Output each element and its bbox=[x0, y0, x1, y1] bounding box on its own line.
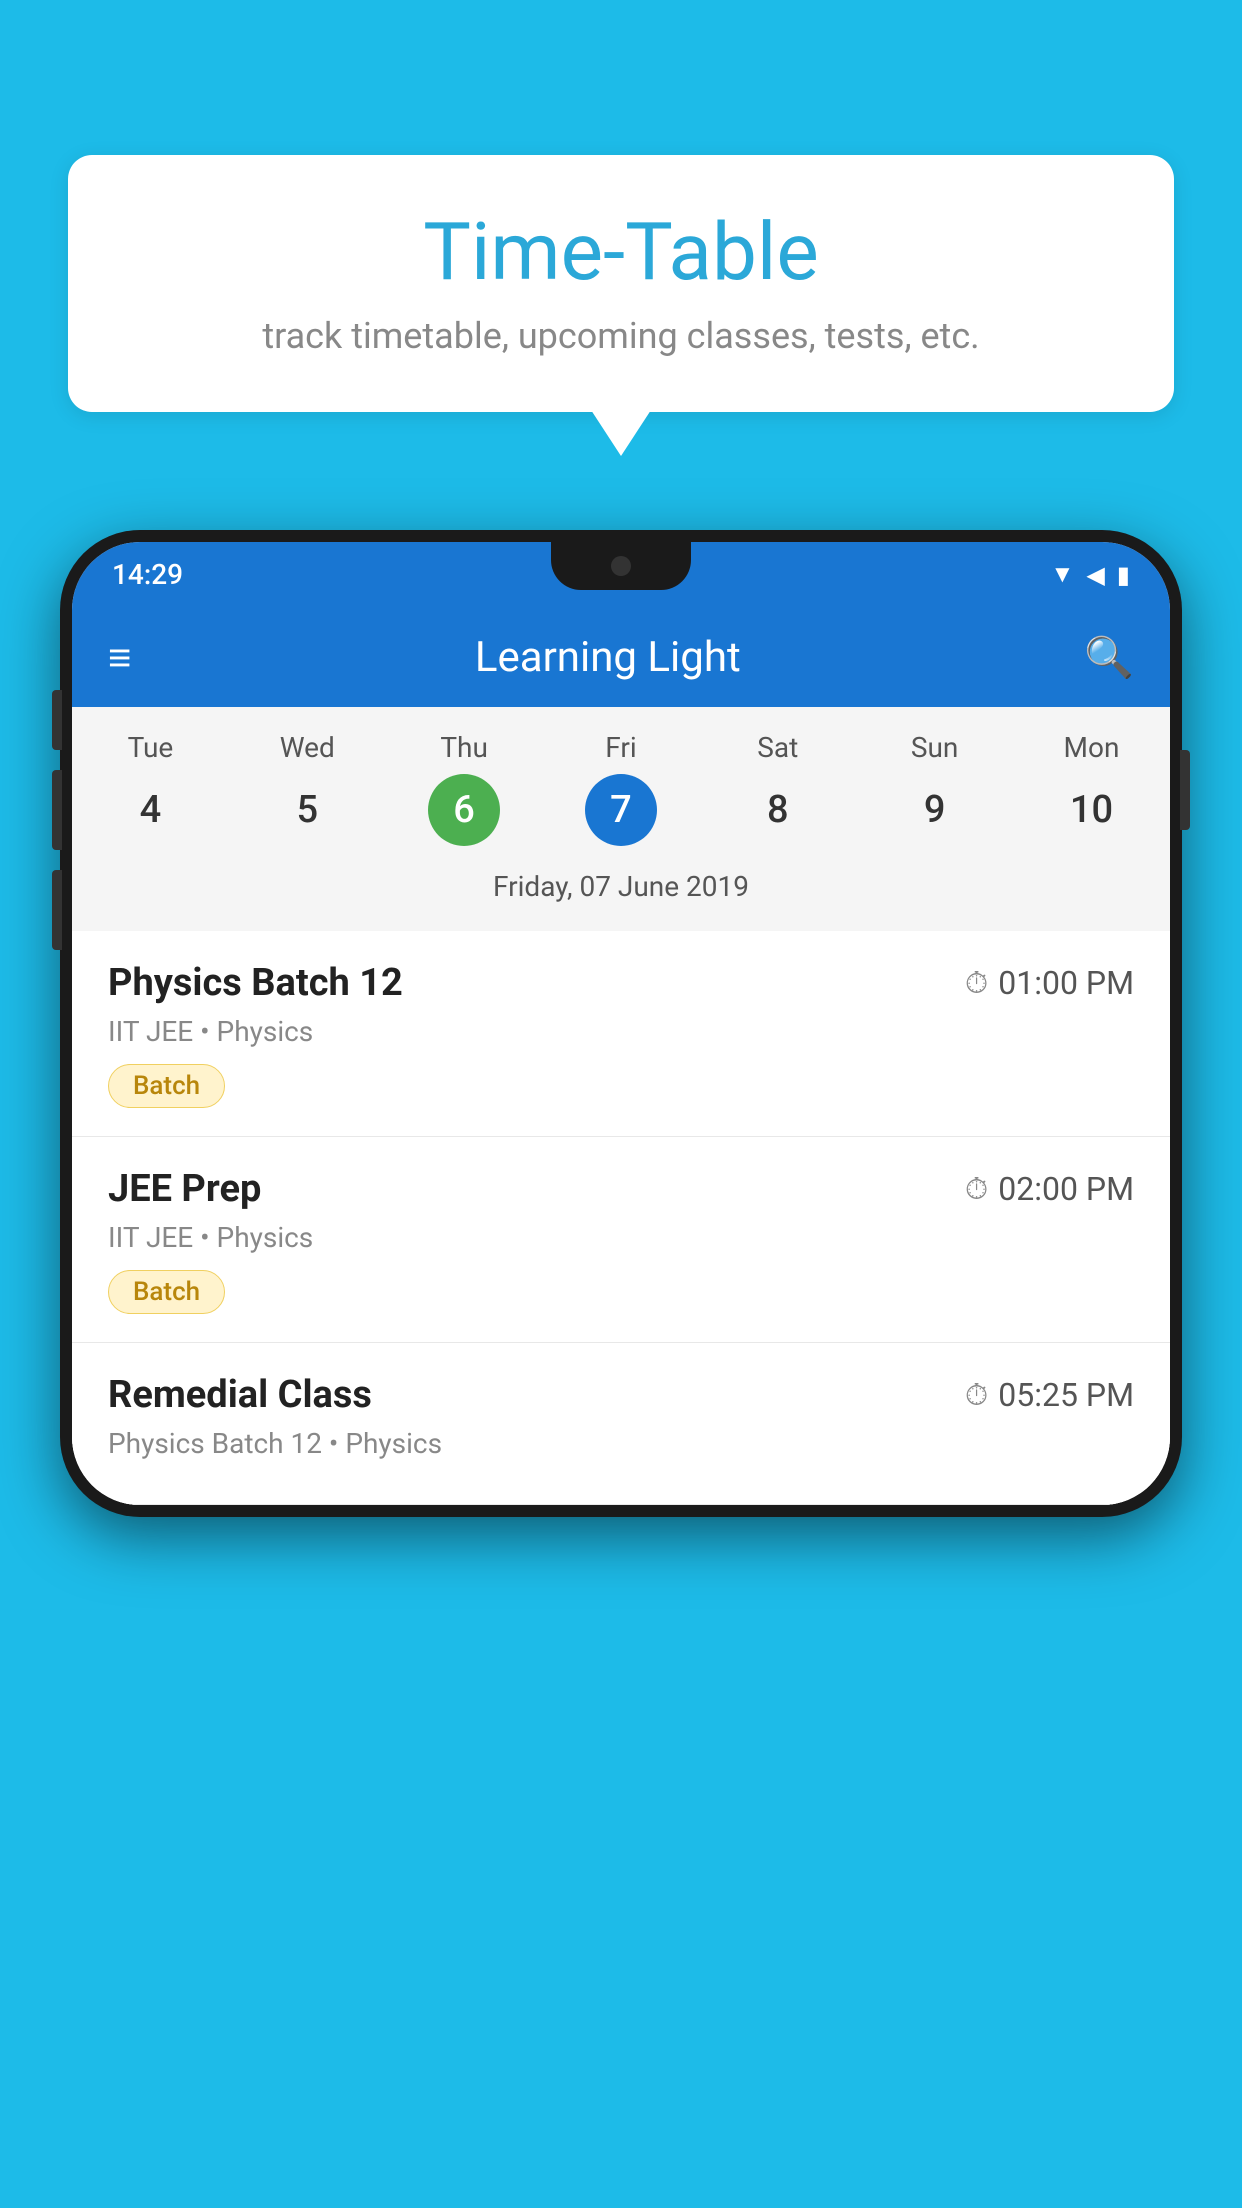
status-time: 14:29 bbox=[112, 558, 183, 591]
clock-icon: ⏱ bbox=[965, 1172, 988, 1207]
day-cell-tue[interactable]: Tue 4 bbox=[90, 731, 210, 846]
signal-icon: ◀ bbox=[1086, 561, 1104, 589]
schedule-item-subtitle: IIT JEE • Physics bbox=[108, 1221, 1134, 1254]
status-icons: ▼ ◀ ▮ bbox=[1051, 560, 1130, 589]
schedule-item-subtitle: IIT JEE • Physics bbox=[108, 1015, 1134, 1048]
day-number[interactable]: 5 bbox=[271, 774, 343, 846]
notch bbox=[551, 542, 691, 590]
hamburger-menu-icon[interactable]: ≡ bbox=[108, 634, 131, 681]
time-text: 05:25 PM bbox=[998, 1376, 1134, 1414]
speech-bubble: Time-Table track timetable, upcoming cla… bbox=[68, 155, 1174, 412]
clock-icon: ⏱ bbox=[965, 966, 988, 1001]
day-number[interactable]: 7 bbox=[585, 774, 657, 846]
bubble-subtitle: track timetable, upcoming classes, tests… bbox=[128, 315, 1114, 357]
day-number[interactable]: 10 bbox=[1055, 774, 1127, 846]
schedule-item[interactable]: JEE Prep ⏱ 02:00 PM IIT JEE • Physics Batch bbox=[72, 1137, 1170, 1343]
day-name: Tue bbox=[128, 731, 174, 764]
clock-icon: ⏱ bbox=[965, 1378, 988, 1413]
search-icon[interactable]: 🔍 bbox=[1084, 634, 1134, 681]
day-cell-wed[interactable]: Wed 5 bbox=[247, 731, 367, 846]
batch-tag: Batch bbox=[108, 1064, 225, 1108]
volume-up-button bbox=[52, 770, 62, 850]
days-row: Tue 4 Wed 5 Thu 6 Fri 7 Sat 8 Sun 9 Mon 10 bbox=[72, 731, 1170, 846]
day-number[interactable]: 9 bbox=[899, 774, 971, 846]
day-name: Thu bbox=[440, 731, 488, 764]
schedule-item-title: Physics Batch 12 bbox=[108, 961, 403, 1005]
schedule-item-header: JEE Prep ⏱ 02:00 PM bbox=[108, 1167, 1134, 1211]
day-name: Mon bbox=[1064, 731, 1120, 764]
day-cell-mon[interactable]: Mon 10 bbox=[1031, 731, 1151, 846]
day-name: Fri bbox=[605, 731, 636, 764]
day-name: Sat bbox=[757, 731, 798, 764]
day-number[interactable]: 4 bbox=[114, 774, 186, 846]
power-button bbox=[1180, 750, 1190, 830]
day-name: Sun bbox=[911, 731, 959, 764]
schedule-list: Physics Batch 12 ⏱ 01:00 PM IIT JEE • Physi… bbox=[72, 931, 1170, 1505]
camera bbox=[611, 556, 631, 576]
day-number[interactable]: 6 bbox=[428, 774, 500, 846]
schedule-item-title: Remedial Class bbox=[108, 1373, 372, 1417]
volume-silent-button bbox=[52, 690, 62, 750]
status-bar: 14:29 ▼ ◀ ▮ bbox=[72, 542, 1170, 607]
day-number[interactable]: 8 bbox=[742, 774, 814, 846]
day-cell-sat[interactable]: Sat 8 bbox=[718, 731, 838, 846]
schedule-item-time: ⏱ 02:00 PM bbox=[965, 1170, 1134, 1208]
app-toolbar: ≡ Learning Light 🔍 bbox=[72, 607, 1170, 707]
day-name: Wed bbox=[280, 731, 335, 764]
schedule-item-time: ⏱ 05:25 PM bbox=[965, 1376, 1134, 1414]
app-title: Learning Light bbox=[475, 633, 741, 682]
schedule-item-time: ⏱ 01:00 PM bbox=[965, 964, 1134, 1002]
batch-tag: Batch bbox=[108, 1270, 225, 1314]
schedule-item-subtitle: Physics Batch 12 • Physics bbox=[108, 1427, 1134, 1460]
phone-wrapper: 14:29 ▼ ◀ ▮ ≡ Learning Light 🔍 Tue4We bbox=[60, 530, 1182, 2208]
schedule-item-header: Physics Batch 12 ⏱ 01:00 PM bbox=[108, 961, 1134, 1005]
time-text: 01:00 PM bbox=[998, 964, 1134, 1002]
time-text: 02:00 PM bbox=[998, 1170, 1134, 1208]
schedule-item[interactable]: Physics Batch 12 ⏱ 01:00 PM IIT JEE • Physi… bbox=[72, 931, 1170, 1137]
volume-down-button bbox=[52, 870, 62, 950]
schedule-item[interactable]: Remedial Class ⏱ 05:25 PM Physics Batch 12 … bbox=[72, 1343, 1170, 1505]
phone-screen: 14:29 ▼ ◀ ▮ ≡ Learning Light 🔍 Tue4We bbox=[72, 542, 1170, 1505]
day-cell-fri[interactable]: Fri 7 bbox=[561, 731, 681, 846]
schedule-item-title: JEE Prep bbox=[108, 1167, 261, 1211]
bubble-title: Time-Table bbox=[128, 205, 1114, 299]
schedule-item-header: Remedial Class ⏱ 05:25 PM bbox=[108, 1373, 1134, 1417]
phone-frame: 14:29 ▼ ◀ ▮ ≡ Learning Light 🔍 Tue4We bbox=[60, 530, 1182, 1517]
day-cell-sun[interactable]: Sun 9 bbox=[875, 731, 995, 846]
calendar-strip: Tue 4 Wed 5 Thu 6 Fri 7 Sat 8 Sun 9 Mon 10 Friday, 07… bbox=[72, 707, 1170, 931]
selected-date-label: Friday, 07 June 2019 bbox=[72, 858, 1170, 919]
day-cell-thu[interactable]: Thu 6 bbox=[404, 731, 524, 846]
battery-icon: ▮ bbox=[1117, 561, 1130, 589]
wifi-icon: ▼ bbox=[1051, 560, 1075, 589]
